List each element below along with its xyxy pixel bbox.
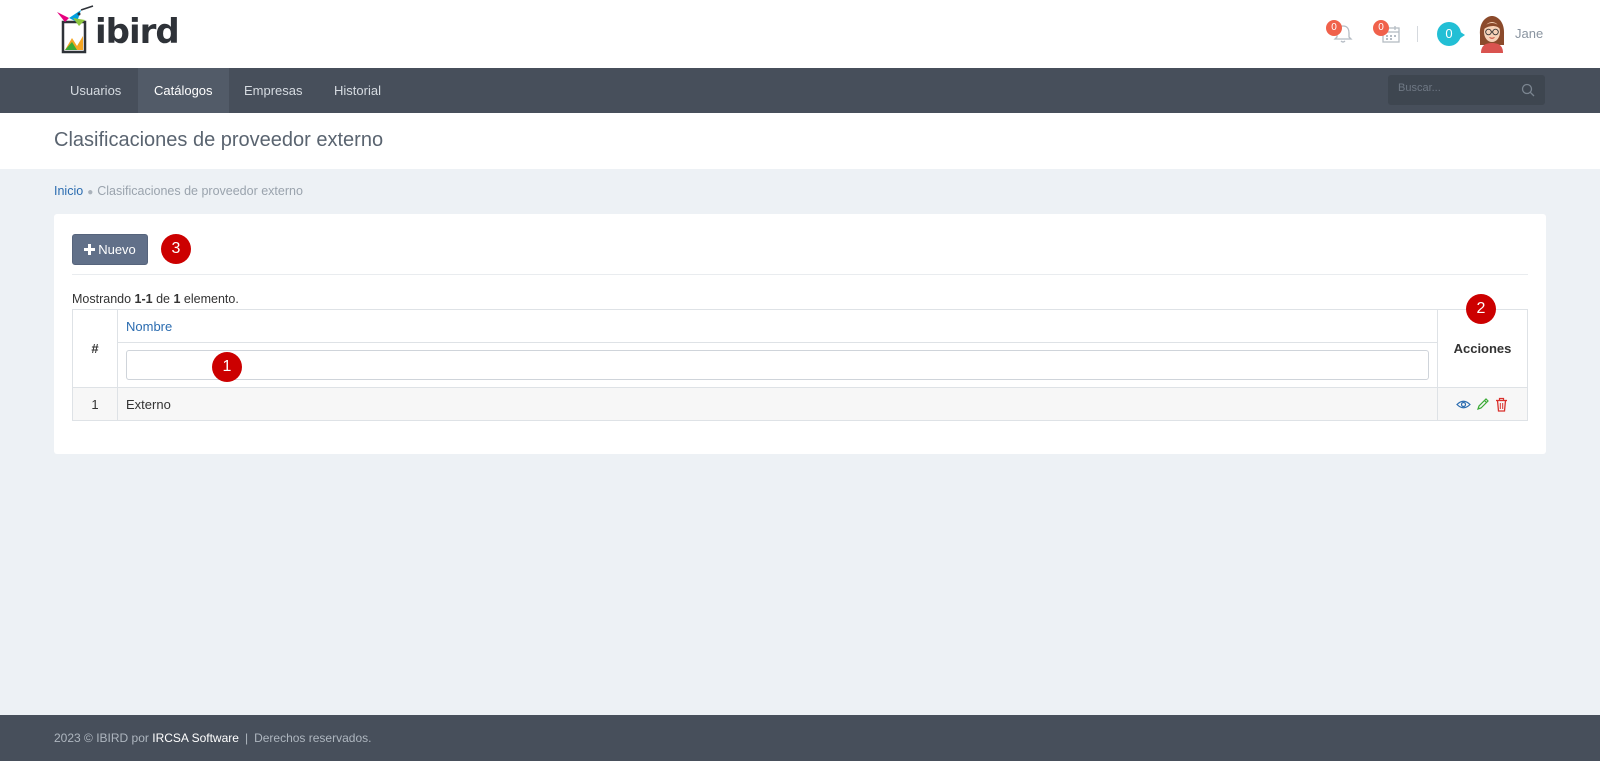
- footer-company-link[interactable]: IRCSA Software: [152, 731, 239, 745]
- annotation-marker-3: 3: [161, 234, 191, 264]
- new-button-label: Nuevo: [98, 242, 136, 257]
- card-divider: [72, 274, 1528, 275]
- results-summary: Mostrando 1-1 de 1 elemento.: [72, 292, 239, 306]
- column-header-name[interactable]: Nombre: [117, 309, 1438, 343]
- page-title-bar: Clasificaciones de proveedor externo: [0, 113, 1600, 169]
- name-filter-input[interactable]: [126, 350, 1429, 380]
- name-filter-cell: [117, 342, 1438, 388]
- user-avatar[interactable]: [1477, 15, 1507, 53]
- search-box: [1388, 75, 1545, 105]
- row-number: 1: [72, 387, 118, 421]
- plus-icon: [84, 244, 96, 255]
- new-button[interactable]: Nuevo: [72, 234, 148, 265]
- header-divider: [1417, 26, 1418, 42]
- page-footer: 2023 © IBIRD por IRCSA Software | Derechos…: [0, 715, 1600, 761]
- annotation-marker-1: 1: [212, 352, 242, 382]
- column-header-number: #: [72, 309, 118, 388]
- summary-middle: de: [152, 292, 174, 306]
- search-icon[interactable]: [1521, 83, 1535, 97]
- delete-trash-icon[interactable]: [1494, 397, 1509, 412]
- footer-rights: Derechos reservados.: [254, 731, 372, 745]
- nav-item-catalogos[interactable]: Catálogos: [138, 68, 229, 113]
- search-input[interactable]: [1398, 82, 1508, 94]
- brand-name: ibird: [95, 12, 180, 52]
- footer-separator: |: [244, 731, 249, 745]
- row-actions: [1437, 387, 1528, 421]
- edit-pencil-icon[interactable]: [1475, 397, 1490, 412]
- breadcrumb-separator: ●: [87, 187, 94, 198]
- calendar-badge: 0: [1373, 20, 1389, 36]
- breadcrumb-current: Clasificaciones de proveedor externo: [97, 184, 303, 198]
- ibird-logo[interactable]: ibird: [55, 4, 180, 54]
- nav-item-historial[interactable]: Historial: [318, 68, 397, 113]
- footer-text: 2023 © IBIRD por IRCSA Software | Derechos…: [54, 731, 371, 745]
- nav-item-empresas[interactable]: Empresas: [228, 68, 319, 113]
- breadcrumb-home-link[interactable]: Inicio: [54, 184, 83, 198]
- row-name: Externo: [117, 387, 1438, 421]
- main-nav: Usuarios Catálogos Empresas Historial: [0, 68, 1600, 113]
- notifications-badge: 0: [1326, 20, 1342, 36]
- view-icon[interactable]: [1456, 397, 1472, 412]
- table-row: 1 Externo: [72, 387, 1528, 421]
- annotation-marker-2: 2: [1466, 294, 1496, 324]
- summary-range: 1-1: [134, 292, 153, 306]
- data-table: # Nombre Acciones 1 Externo: [72, 309, 1528, 421]
- footer-copyright: 2023 © IBIRD por: [54, 731, 153, 745]
- breadcrumb: Inicio ● Clasificaciones de proveedor exte…: [54, 184, 303, 198]
- summary-prefix: Mostrando: [72, 292, 135, 306]
- content-card: Nuevo Mostrando 1-1 de 1 elemento. # Nom…: [54, 214, 1546, 454]
- summary-suffix: elemento.: [180, 292, 239, 306]
- hummingbird-logo-icon: [57, 5, 94, 54]
- chat-count-badge[interactable]: 0: [1437, 22, 1465, 46]
- username-label[interactable]: Jane: [1515, 26, 1543, 41]
- top-header: ibird 0 0 0 Jane: [0, 0, 1600, 68]
- page-title: Clasificaciones de proveedor externo: [54, 129, 384, 151]
- nav-item-usuarios[interactable]: Usuarios: [54, 68, 137, 113]
